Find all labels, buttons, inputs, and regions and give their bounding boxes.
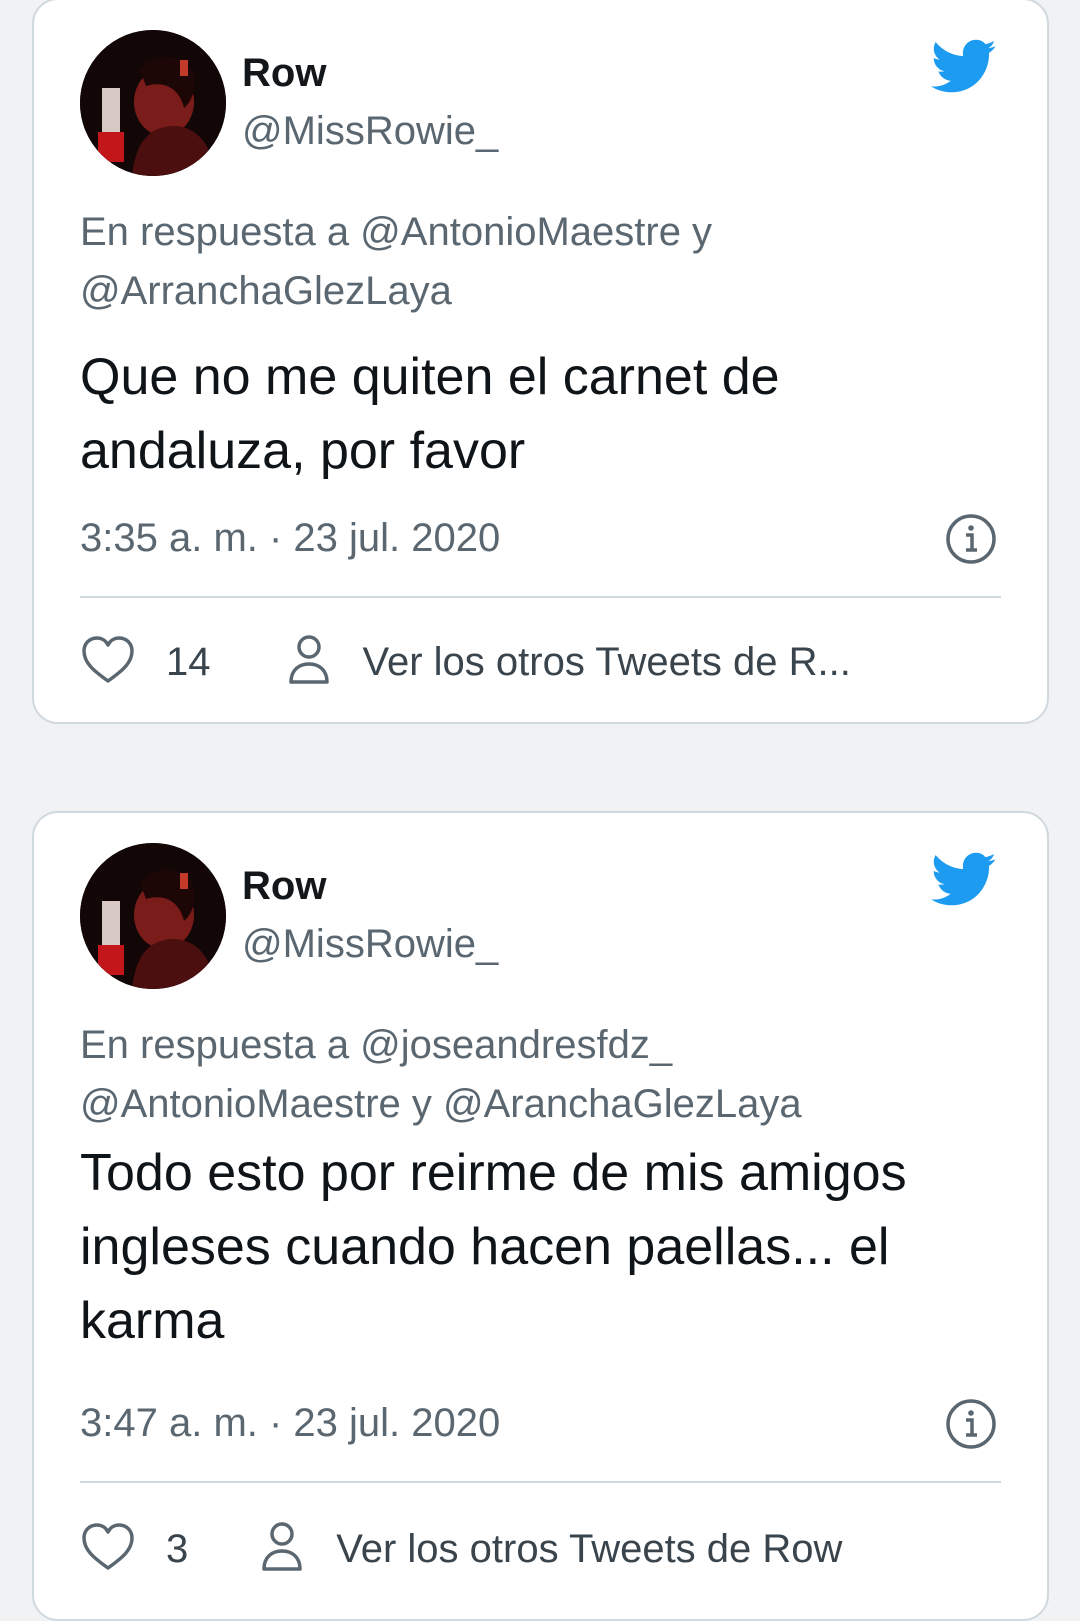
- twitter-bird-icon[interactable]: [931, 851, 997, 909]
- like-count: 14: [166, 639, 211, 684]
- tweet-text-line: andaluza, por favor: [80, 422, 526, 480]
- reply-context: En respuesta a @AntonioMaestre y @Arranc…: [80, 203, 1000, 321]
- tweet-text: Todo esto por reirme de mis amigos ingle…: [80, 1136, 1010, 1358]
- action-bar: 14 Ver los otros Tweets de R...: [80, 626, 1001, 698]
- display-name[interactable]: Row: [242, 861, 326, 911]
- tweet-card[interactable]: Row @MissRowie_ En respuesta a @joseandr…: [32, 811, 1049, 1621]
- view-profile-tweets-label: Ver los otros Tweets de Row: [336, 1526, 843, 1571]
- person-icon: [260, 1519, 304, 1580]
- reply-context-line[interactable]: @ArranchaGlezLaya: [80, 262, 1000, 321]
- avatar-photo: [80, 843, 226, 989]
- like-button[interactable]: 3: [80, 1522, 188, 1577]
- timestamp[interactable]: 3:35 a. m. · 23 jul. 2020: [80, 513, 500, 563]
- heart-icon: [80, 635, 136, 690]
- tweet-text-line: Todo esto por reirme de mis amigos: [80, 1144, 907, 1202]
- tweet-text-line: ingleses cuando hacen paellas... el: [80, 1218, 890, 1276]
- avatar[interactable]: [80, 30, 226, 176]
- info-icon[interactable]: [945, 513, 997, 565]
- like-count: 3: [166, 1526, 189, 1571]
- timestamp[interactable]: 3:47 a. m. · 23 jul. 2020: [80, 1398, 500, 1448]
- user-handle[interactable]: @MissRowie_: [242, 106, 498, 156]
- like-button[interactable]: 14: [80, 635, 211, 690]
- reply-context-line[interactable]: @AntonioMaestre y @AranchaGlezLaya: [80, 1075, 1000, 1134]
- avatar[interactable]: [80, 843, 226, 989]
- action-bar: 3 Ver los otros Tweets de Row: [80, 1513, 1001, 1585]
- display-name[interactable]: Row: [242, 48, 326, 98]
- reply-context: En respuesta a @joseandresfdz_ @AntonioM…: [80, 1016, 1000, 1134]
- info-icon[interactable]: [945, 1398, 997, 1450]
- reply-context-line[interactable]: En respuesta a @AntonioMaestre y: [80, 203, 1000, 262]
- avatar-photo: [80, 30, 226, 176]
- view-profile-tweets-link[interactable]: Ver los otros Tweets de Row: [260, 1519, 842, 1580]
- person-icon: [287, 632, 331, 693]
- reply-context-line[interactable]: En respuesta a @joseandresfdz_: [80, 1016, 1000, 1075]
- divider: [80, 596, 1001, 598]
- tweet-text: Que no me quiten el carnet de andaluza, …: [80, 340, 1010, 488]
- heart-icon: [80, 1522, 136, 1577]
- user-handle[interactable]: @MissRowie_: [242, 919, 498, 969]
- divider: [80, 1481, 1001, 1483]
- twitter-bird-icon[interactable]: [931, 38, 997, 96]
- view-profile-tweets-label: Ver los otros Tweets de R...: [362, 639, 851, 684]
- tweet-card[interactable]: Row @MissRowie_ En respuesta a @AntonioM…: [32, 0, 1049, 724]
- tweet-text-line: Que no me quiten el carnet de: [80, 348, 780, 406]
- view-profile-tweets-link[interactable]: Ver los otros Tweets de R...: [287, 632, 851, 693]
- tweet-text-line: karma: [80, 1292, 225, 1350]
